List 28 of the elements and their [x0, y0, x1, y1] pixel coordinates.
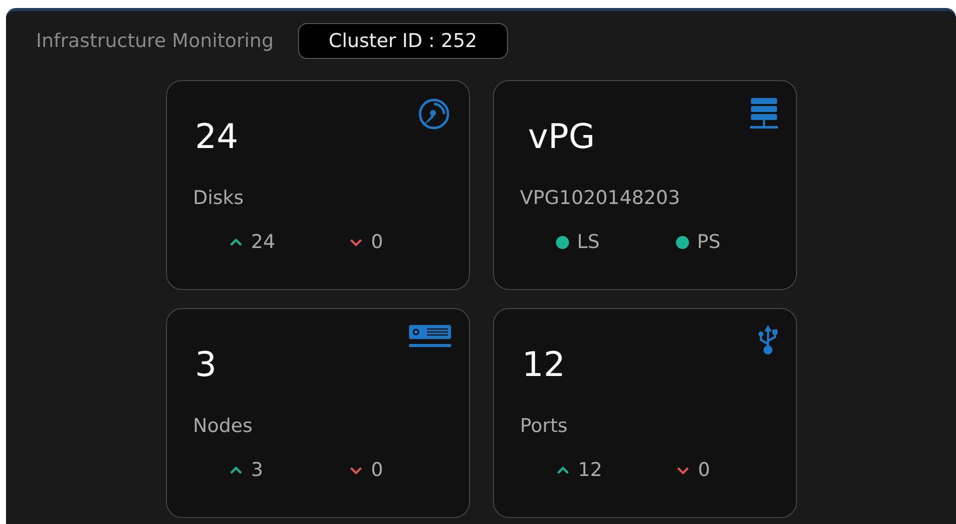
- metric-label: Ports: [520, 415, 568, 437]
- metric-value: vPG: [528, 117, 595, 157]
- cluster-id-badge: Cluster ID : 252: [298, 23, 508, 59]
- chevron-down-icon: [349, 238, 363, 246]
- metric-label: VPG1020148203: [520, 187, 680, 209]
- disk-icon: [417, 97, 451, 131]
- metric-value: 12: [522, 345, 566, 385]
- chevron-down-icon: [349, 466, 363, 474]
- up-count: 3: [251, 459, 264, 481]
- metric-value: 3: [195, 345, 217, 385]
- down-count: 0: [371, 459, 384, 481]
- metric-label: Nodes: [193, 415, 252, 437]
- server-rack-icon: [750, 97, 778, 131]
- metric-value: 24: [195, 117, 238, 157]
- up-count: 24: [251, 231, 276, 253]
- down-count: 0: [371, 231, 384, 253]
- chevron-up-icon: [229, 466, 243, 474]
- status-label: PS: [697, 231, 721, 253]
- chevron-up-icon: [229, 238, 243, 246]
- chevron-down-icon: [676, 466, 690, 474]
- chevron-up-icon: [556, 466, 570, 474]
- panel-title: Infrastructure Monitoring: [36, 30, 274, 52]
- usb-icon: [758, 325, 778, 355]
- server-unit-icon: [409, 325, 451, 349]
- up-count: 12: [578, 459, 602, 481]
- down-count: 0: [698, 459, 710, 481]
- metric-label: Disks: [193, 187, 244, 209]
- status-label: LS: [577, 231, 600, 253]
